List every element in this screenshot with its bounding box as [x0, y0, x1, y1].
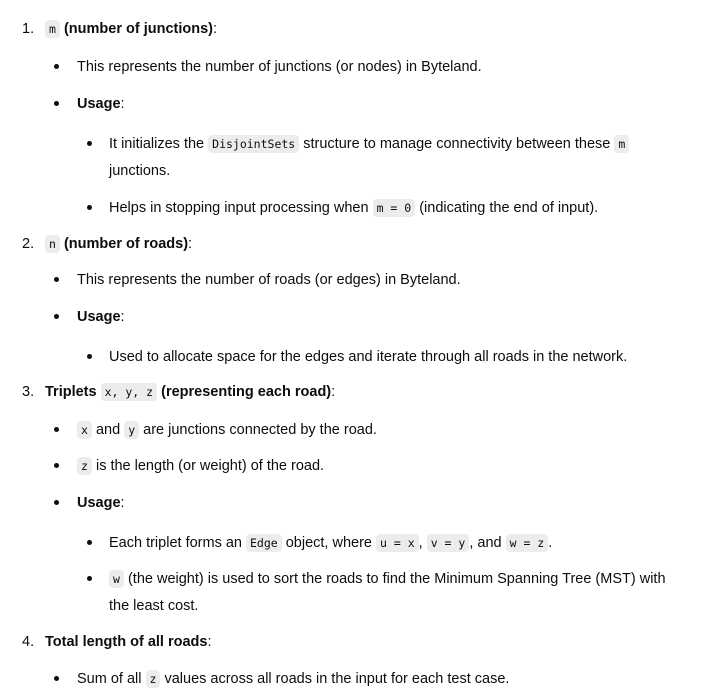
heading-text: (number of junctions) — [63, 21, 213, 37]
usage-text: Each triplet forms an Edge object, where… — [109, 531, 552, 555]
usage-text: w (the weight) is used to sort the roads… — [109, 567, 666, 591]
list-item-heading: m (number of junctions): — [45, 17, 217, 41]
heading-colon: : — [331, 384, 336, 400]
list-item-text: This represents the number of roads (or … — [77, 272, 461, 288]
inline-code: Edge — [246, 534, 282, 552]
bullet-icon — [54, 676, 59, 681]
usage-text-continued: the least cost. — [109, 598, 199, 614]
usage-text: Helps in stopping input processing when … — [109, 196, 598, 220]
list-number: 1. — [22, 21, 35, 37]
text-run: object, where — [281, 535, 377, 551]
inline-code: w — [109, 570, 124, 588]
list-item-heading: Total length of all roads: — [45, 630, 212, 654]
bullet-icon — [87, 576, 92, 581]
text-run: , and — [469, 535, 506, 551]
usage-label: Usage: — [77, 92, 125, 116]
text-run: values across all roads in the input for… — [160, 671, 510, 687]
list-number: 4. — [22, 634, 35, 650]
inline-code: z — [145, 670, 161, 688]
heading-text: (number of roads) — [63, 236, 189, 252]
text-run: Helps in stopping input processing when — [109, 200, 373, 216]
bullet-icon — [87, 205, 92, 210]
usage-label: Usage: — [77, 305, 125, 329]
bullet-icon — [54, 314, 59, 319]
document: 1. m (number of junctions): This represe… — [0, 0, 726, 691]
list-item-text: z is the length (or weight) of the road. — [77, 454, 324, 478]
bullet-icon — [54, 64, 59, 69]
list-item-text: Sum of all z values across all roads in … — [77, 667, 509, 691]
list-number: 2. — [22, 236, 35, 252]
inline-code: m — [45, 20, 60, 38]
bullet-icon — [54, 463, 59, 468]
text-run: Each triplet forms an — [109, 535, 246, 551]
usage-label-text: Usage — [77, 96, 121, 112]
inline-code: y — [124, 421, 140, 439]
heading-colon: : — [207, 634, 212, 650]
text-run: (the weight) is used to sort the roads t… — [123, 571, 666, 587]
inline-code: v = y — [426, 534, 470, 552]
list-item-text: This represents the number of junctions … — [77, 59, 482, 75]
heading-text: Total length of all roads — [45, 634, 208, 650]
text-run: is the length (or weight) of the road. — [91, 458, 325, 474]
bullet-icon — [54, 101, 59, 106]
usage-text: It initializes the DisjointSets structur… — [109, 132, 630, 156]
inline-code: m = 0 — [372, 199, 416, 217]
bullet-icon — [54, 277, 59, 282]
usage-label-text: Usage — [77, 495, 121, 511]
list-item-heading: Triplets x, y, z (representing each road… — [45, 380, 335, 404]
bullet-icon — [87, 540, 92, 545]
usage-label-text: Usage — [77, 309, 121, 325]
bullet-icon — [54, 427, 59, 432]
inline-code: m — [614, 135, 630, 153]
text-run: Sum of all — [77, 671, 146, 687]
usage-colon: : — [120, 309, 125, 325]
bullet-icon — [87, 141, 92, 146]
inline-code: DisjointSets — [208, 135, 300, 153]
text-run: structure to manage connectivity between… — [299, 136, 615, 152]
text-run: , — [418, 535, 427, 551]
bullet-icon — [87, 354, 92, 359]
usage-colon: : — [120, 495, 125, 511]
inline-code: w = z — [505, 534, 549, 552]
inline-code: n — [45, 235, 60, 253]
text-run: (indicating the end of input). — [415, 200, 599, 216]
inline-code: z — [77, 457, 92, 475]
usage-colon: : — [120, 96, 125, 112]
text-run: . — [548, 535, 553, 551]
usage-text: Used to allocate space for the edges and… — [109, 349, 628, 365]
list-number: 3. — [22, 384, 35, 400]
usage-label: Usage: — [77, 491, 125, 515]
heading-colon: : — [212, 21, 218, 37]
heading-prefix: Triplets — [45, 384, 101, 400]
text-run: and — [91, 422, 125, 438]
usage-text-continued: junctions. — [109, 163, 171, 179]
inline-code: x, y, z — [100, 383, 158, 401]
list-item-text: x and y are junctions connected by the r… — [77, 418, 377, 442]
inline-code: x — [77, 421, 92, 439]
list-item-heading: n (number of roads): — [45, 232, 192, 256]
inline-code: u = x — [376, 534, 419, 552]
heading-colon: : — [188, 236, 193, 252]
bullet-icon — [54, 500, 59, 505]
heading-text: (representing each road) — [161, 384, 332, 400]
text-run: It initializes the — [109, 136, 209, 152]
text-run: are junctions connected by the road. — [139, 422, 377, 438]
